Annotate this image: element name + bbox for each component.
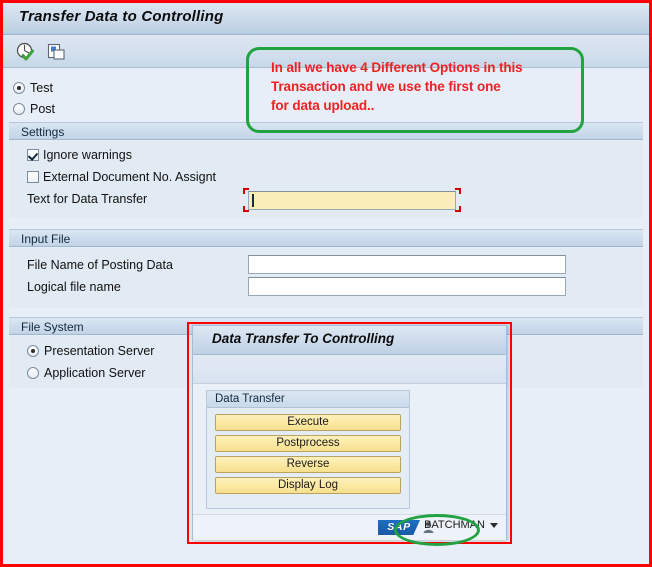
file-name-of-posting-data-input[interactable]: [248, 255, 566, 274]
label-file-name-of-posting-data: File Name of Posting Data: [27, 258, 173, 272]
radio-presentation-server-label: Presentation Server: [44, 344, 155, 358]
annotation-callout-line-2: Transaction and we use the first one: [271, 79, 501, 95]
radio-application-server-indicator[interactable]: [27, 367, 39, 379]
annotation-callout-line-1: In all we have 4 Different Options in th…: [271, 60, 523, 75]
sap-transaction-window: Transfer Data to Controlling Test Post S…: [0, 0, 652, 567]
text-for-data-transfer-input[interactable]: [248, 191, 456, 210]
checkbox-external-document-no[interactable]: External Document No. Assignt: [27, 170, 216, 184]
label-logical-file-name: Logical file name: [27, 280, 121, 294]
window-title-bar: Transfer Data to Controlling: [3, 3, 649, 35]
annotation-callout: In all we have 4 Different Options in th…: [246, 47, 584, 133]
section-header-file-system-label: File System: [21, 320, 84, 334]
logical-file-name-input[interactable]: [248, 277, 566, 296]
execute-check-icon[interactable]: [15, 41, 37, 63]
radio-post-label: Post: [30, 102, 56, 116]
radio-option-application-server[interactable]: Application Server: [27, 366, 145, 380]
text-for-data-transfer-field-wrapper: [243, 188, 461, 212]
copy-icon[interactable]: [45, 41, 67, 63]
section-header-input-file-label: Input File: [21, 232, 71, 246]
radio-option-test[interactable]: Test: [13, 81, 53, 95]
checkbox-ignore-warnings-label: Ignore warnings: [43, 148, 132, 162]
annotation-dialog-outline: [187, 322, 512, 544]
radio-presentation-server-indicator[interactable]: [27, 345, 39, 357]
radio-option-post[interactable]: Post: [13, 102, 55, 116]
radio-application-server-label: Application Server: [44, 366, 146, 380]
section-header-settings-label: Settings: [21, 125, 65, 139]
radio-test-label: Test: [30, 81, 53, 95]
checkbox-ignore-warnings[interactable]: Ignore warnings: [27, 148, 132, 162]
checkbox-external-document-no-box[interactable]: [27, 171, 39, 183]
annotation-callout-line-3: for data upload..: [271, 98, 375, 114]
checkbox-ignore-warnings-box[interactable]: [27, 149, 39, 161]
text-cursor: [252, 194, 254, 207]
section-header-input-file: Input File: [9, 229, 643, 247]
checkbox-external-document-no-label: External Document No. Assignt: [43, 170, 216, 184]
radio-post-indicator[interactable]: [13, 103, 25, 115]
label-text-for-data-transfer: Text for Data Transfer: [27, 192, 148, 206]
radio-option-presentation-server[interactable]: Presentation Server: [27, 344, 154, 358]
page-title: Transfer Data to Controlling: [19, 8, 224, 25]
radio-test-indicator[interactable]: [13, 82, 25, 94]
